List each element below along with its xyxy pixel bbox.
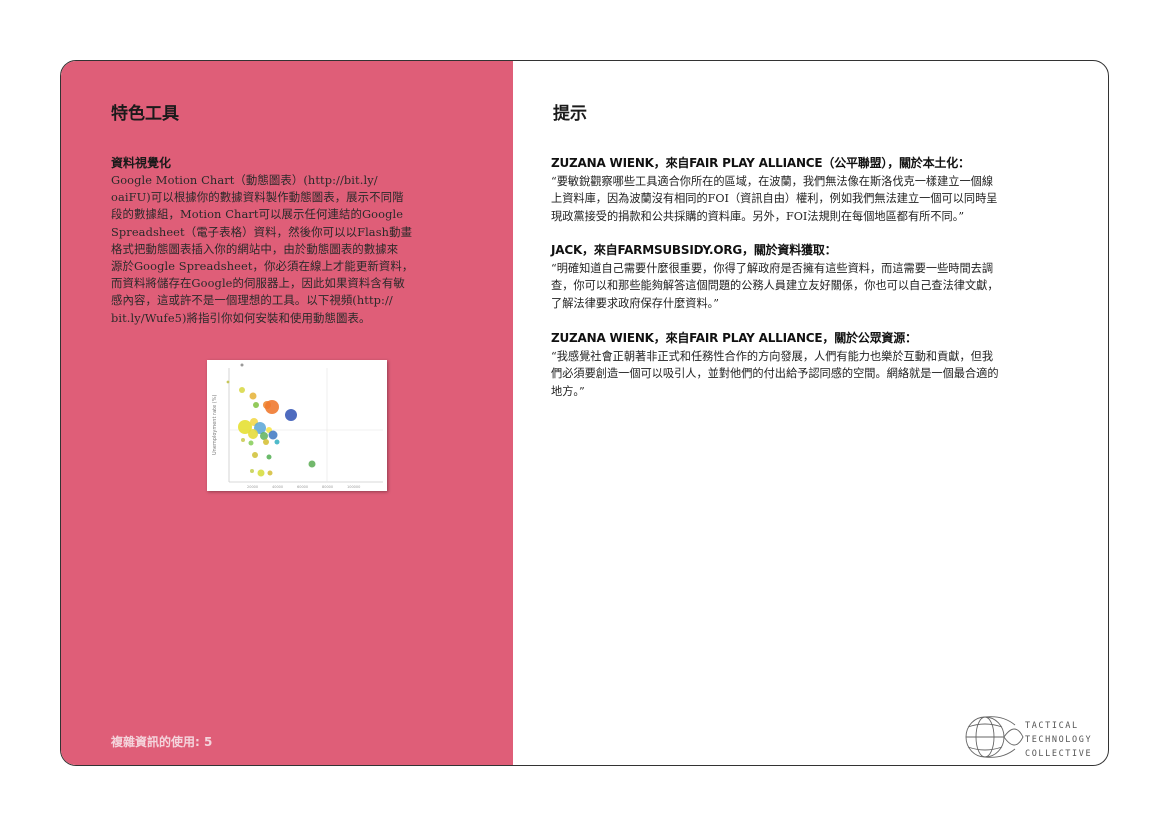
svg-text:Unemployment rate (%): Unemployment rate (%) <box>212 395 218 455</box>
tip-heading: ZUZANA WIENK，來自FAIR PLAY ALLIANCE，關於公眾資源… <box>551 331 917 345</box>
featured-tool-panel: 特色工具 資料視覺化 Google Motion Chart（動態圖表）(htt… <box>61 61 513 765</box>
tip-heading: JACK，來自FARMSUBSIDY.ORG，關於資料獲取： <box>551 243 837 257</box>
tool-heading: 資料視覺化 <box>111 156 172 170</box>
logo-line: TECHNOLOGY <box>1025 735 1093 745</box>
svg-text:100000: 100000 <box>347 485 360 489</box>
tool-description: Google Motion Chart（動態圖表）(http://bit.ly/… <box>111 173 414 325</box>
tips-panel: 提示 ZUZANA WIENK，來自FAIR PLAY ALLIANCE（公平聯… <box>513 61 1108 765</box>
svg-text:40000: 40000 <box>272 485 283 489</box>
page-card: 特色工具 資料視覺化 Google Motion Chart（動態圖表）(htt… <box>60 60 1109 766</box>
tip-heading: ZUZANA WIENK，來自FAIR PLAY ALLIANCE（公平聯盟），… <box>551 156 970 170</box>
featured-tool-title: 特色工具 <box>111 104 179 124</box>
tip-localization: ZUZANA WIENK，來自FAIR PLAY ALLIANCE（公平聯盟），… <box>551 154 1081 225</box>
motion-chart-thumbnail-image: Unemployment rate (%) 20000 40000 60000 … <box>207 360 387 491</box>
page-footer-label: 複雜資訊的使用: 5 <box>111 735 213 749</box>
tip-public-resources: ZUZANA WIENK，來自FAIR PLAY ALLIANCE，關於公眾資源… <box>551 329 1081 400</box>
tip-quote: “明確知道自己需要什麼很重要，你得了解政府是否擁有這些資料，而這需要一些時間去調… <box>551 262 999 310</box>
logo-line: TACTICAL <box>1025 721 1079 731</box>
tip-data-access: JACK，來自FARMSUBSIDY.ORG，關於資料獲取： “明確知道自己需要… <box>551 241 1081 312</box>
svg-text:60000: 60000 <box>297 485 308 489</box>
svg-text:80000: 80000 <box>322 485 333 489</box>
organization-logo-text: TACTICAL TECHNOLOGY COLLECTIVE <box>1025 719 1092 761</box>
tips-title: 提示 <box>553 104 587 124</box>
logo-line: COLLECTIVE <box>1025 749 1093 759</box>
tip-quote: “要敏銳觀察哪些工具適合你所在的區域，在波蘭，我們無法像在斯洛伐克一樣建立一個線… <box>551 175 998 223</box>
svg-text:20000: 20000 <box>247 485 258 489</box>
motion-chart-screenshot: Unemployment rate (%) 20000 40000 60000 … <box>207 360 387 491</box>
tip-quote: “我感覺社會正朝著非正式和任務性合作的方向發展，人們有能力也樂於互動和貢獻，但我… <box>551 350 999 398</box>
